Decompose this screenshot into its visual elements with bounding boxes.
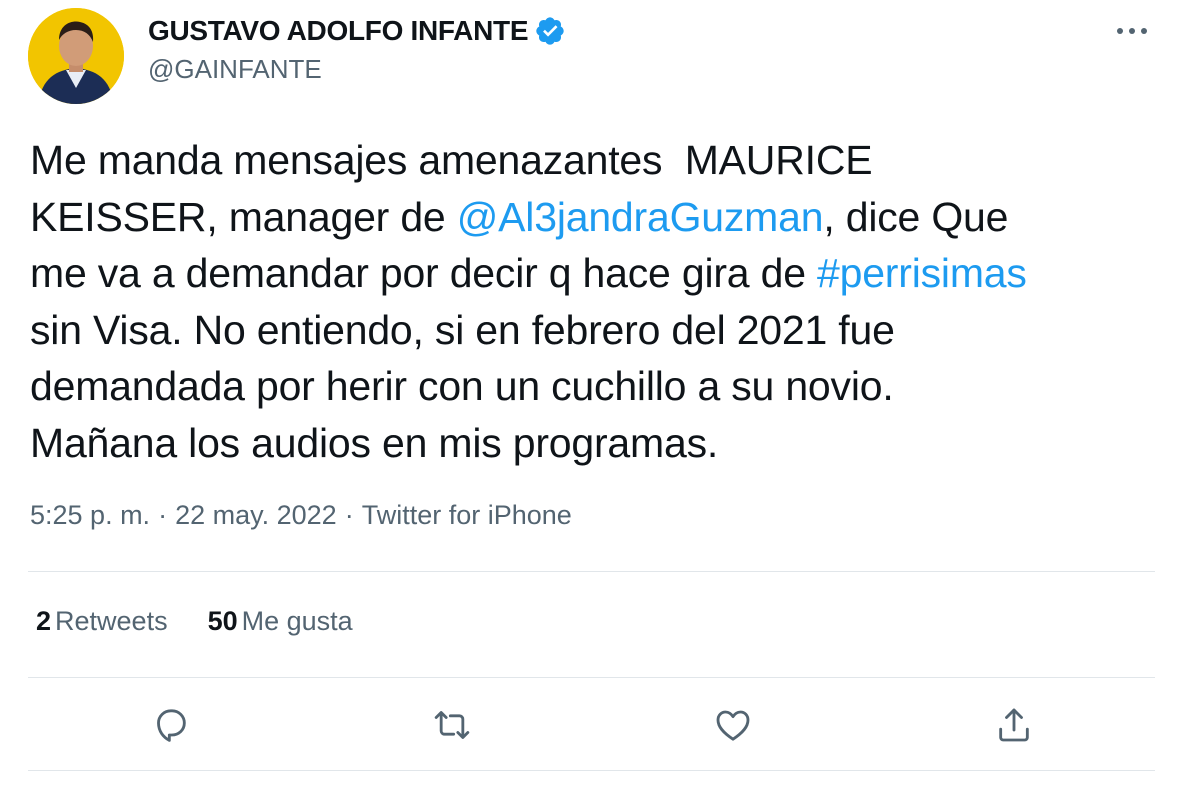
author-name-row[interactable]: GUSTAVO ADOLFO INFANTE <box>148 14 566 48</box>
likes-label: Me gusta <box>241 606 353 636</box>
avatar-image <box>28 8 124 104</box>
tweet-text-part: sin Visa. No entiendo, si en febrero del… <box>30 306 895 466</box>
more-dots-icon <box>1117 28 1147 34</box>
retweet-icon <box>434 711 470 739</box>
likes-stat[interactable]: 50 Me gusta <box>208 606 353 637</box>
retweets-label: Retweets <box>55 606 168 636</box>
retweets-count: 2 <box>36 606 52 636</box>
like-button[interactable] <box>708 700 758 750</box>
retweet-button[interactable] <box>427 700 477 750</box>
share-icon <box>999 708 1029 742</box>
divider <box>28 571 1155 572</box>
retweets-stat[interactable]: 2 Retweets <box>36 606 168 637</box>
tweet-date[interactable]: 22 may. 2022 <box>175 500 337 530</box>
meta-separator: · <box>158 500 168 530</box>
tweet-text: Me manda mensajes amenazantes MAURICE KE… <box>30 132 1160 471</box>
like-icon <box>716 710 750 741</box>
reply-icon <box>157 709 186 742</box>
tweet-meta: 5:25 p. m. · 22 may. 2022 · Twitter for iPho… <box>30 500 572 531</box>
meta-separator: · <box>344 500 354 530</box>
verified-badge-icon <box>534 15 566 47</box>
author-handle[interactable]: @GAINFANTE <box>148 54 322 85</box>
author-display-name[interactable]: GUSTAVO ADOLFO INFANTE <box>148 15 529 47</box>
mention-link[interactable]: @Al3jandraGuzman <box>457 194 824 240</box>
tweet-time[interactable]: 5:25 p. m. <box>30 500 150 530</box>
hashtag-link[interactable]: #perrisimas <box>817 250 1027 296</box>
divider <box>28 770 1155 771</box>
tweet-source[interactable]: Twitter for iPhone <box>362 500 572 530</box>
tweet-stats: 2 Retweets 50 Me gusta <box>36 606 393 637</box>
tweet-card: GUSTAVO ADOLFO INFANTE @GAINFANTE Me man… <box>0 0 1200 804</box>
tweet-actions <box>0 700 1200 750</box>
more-options-button[interactable] <box>1112 16 1152 46</box>
avatar[interactable] <box>28 8 124 104</box>
divider <box>28 677 1155 678</box>
reply-button[interactable] <box>146 700 196 750</box>
likes-count: 50 <box>207 606 238 636</box>
share-button[interactable] <box>989 700 1039 750</box>
